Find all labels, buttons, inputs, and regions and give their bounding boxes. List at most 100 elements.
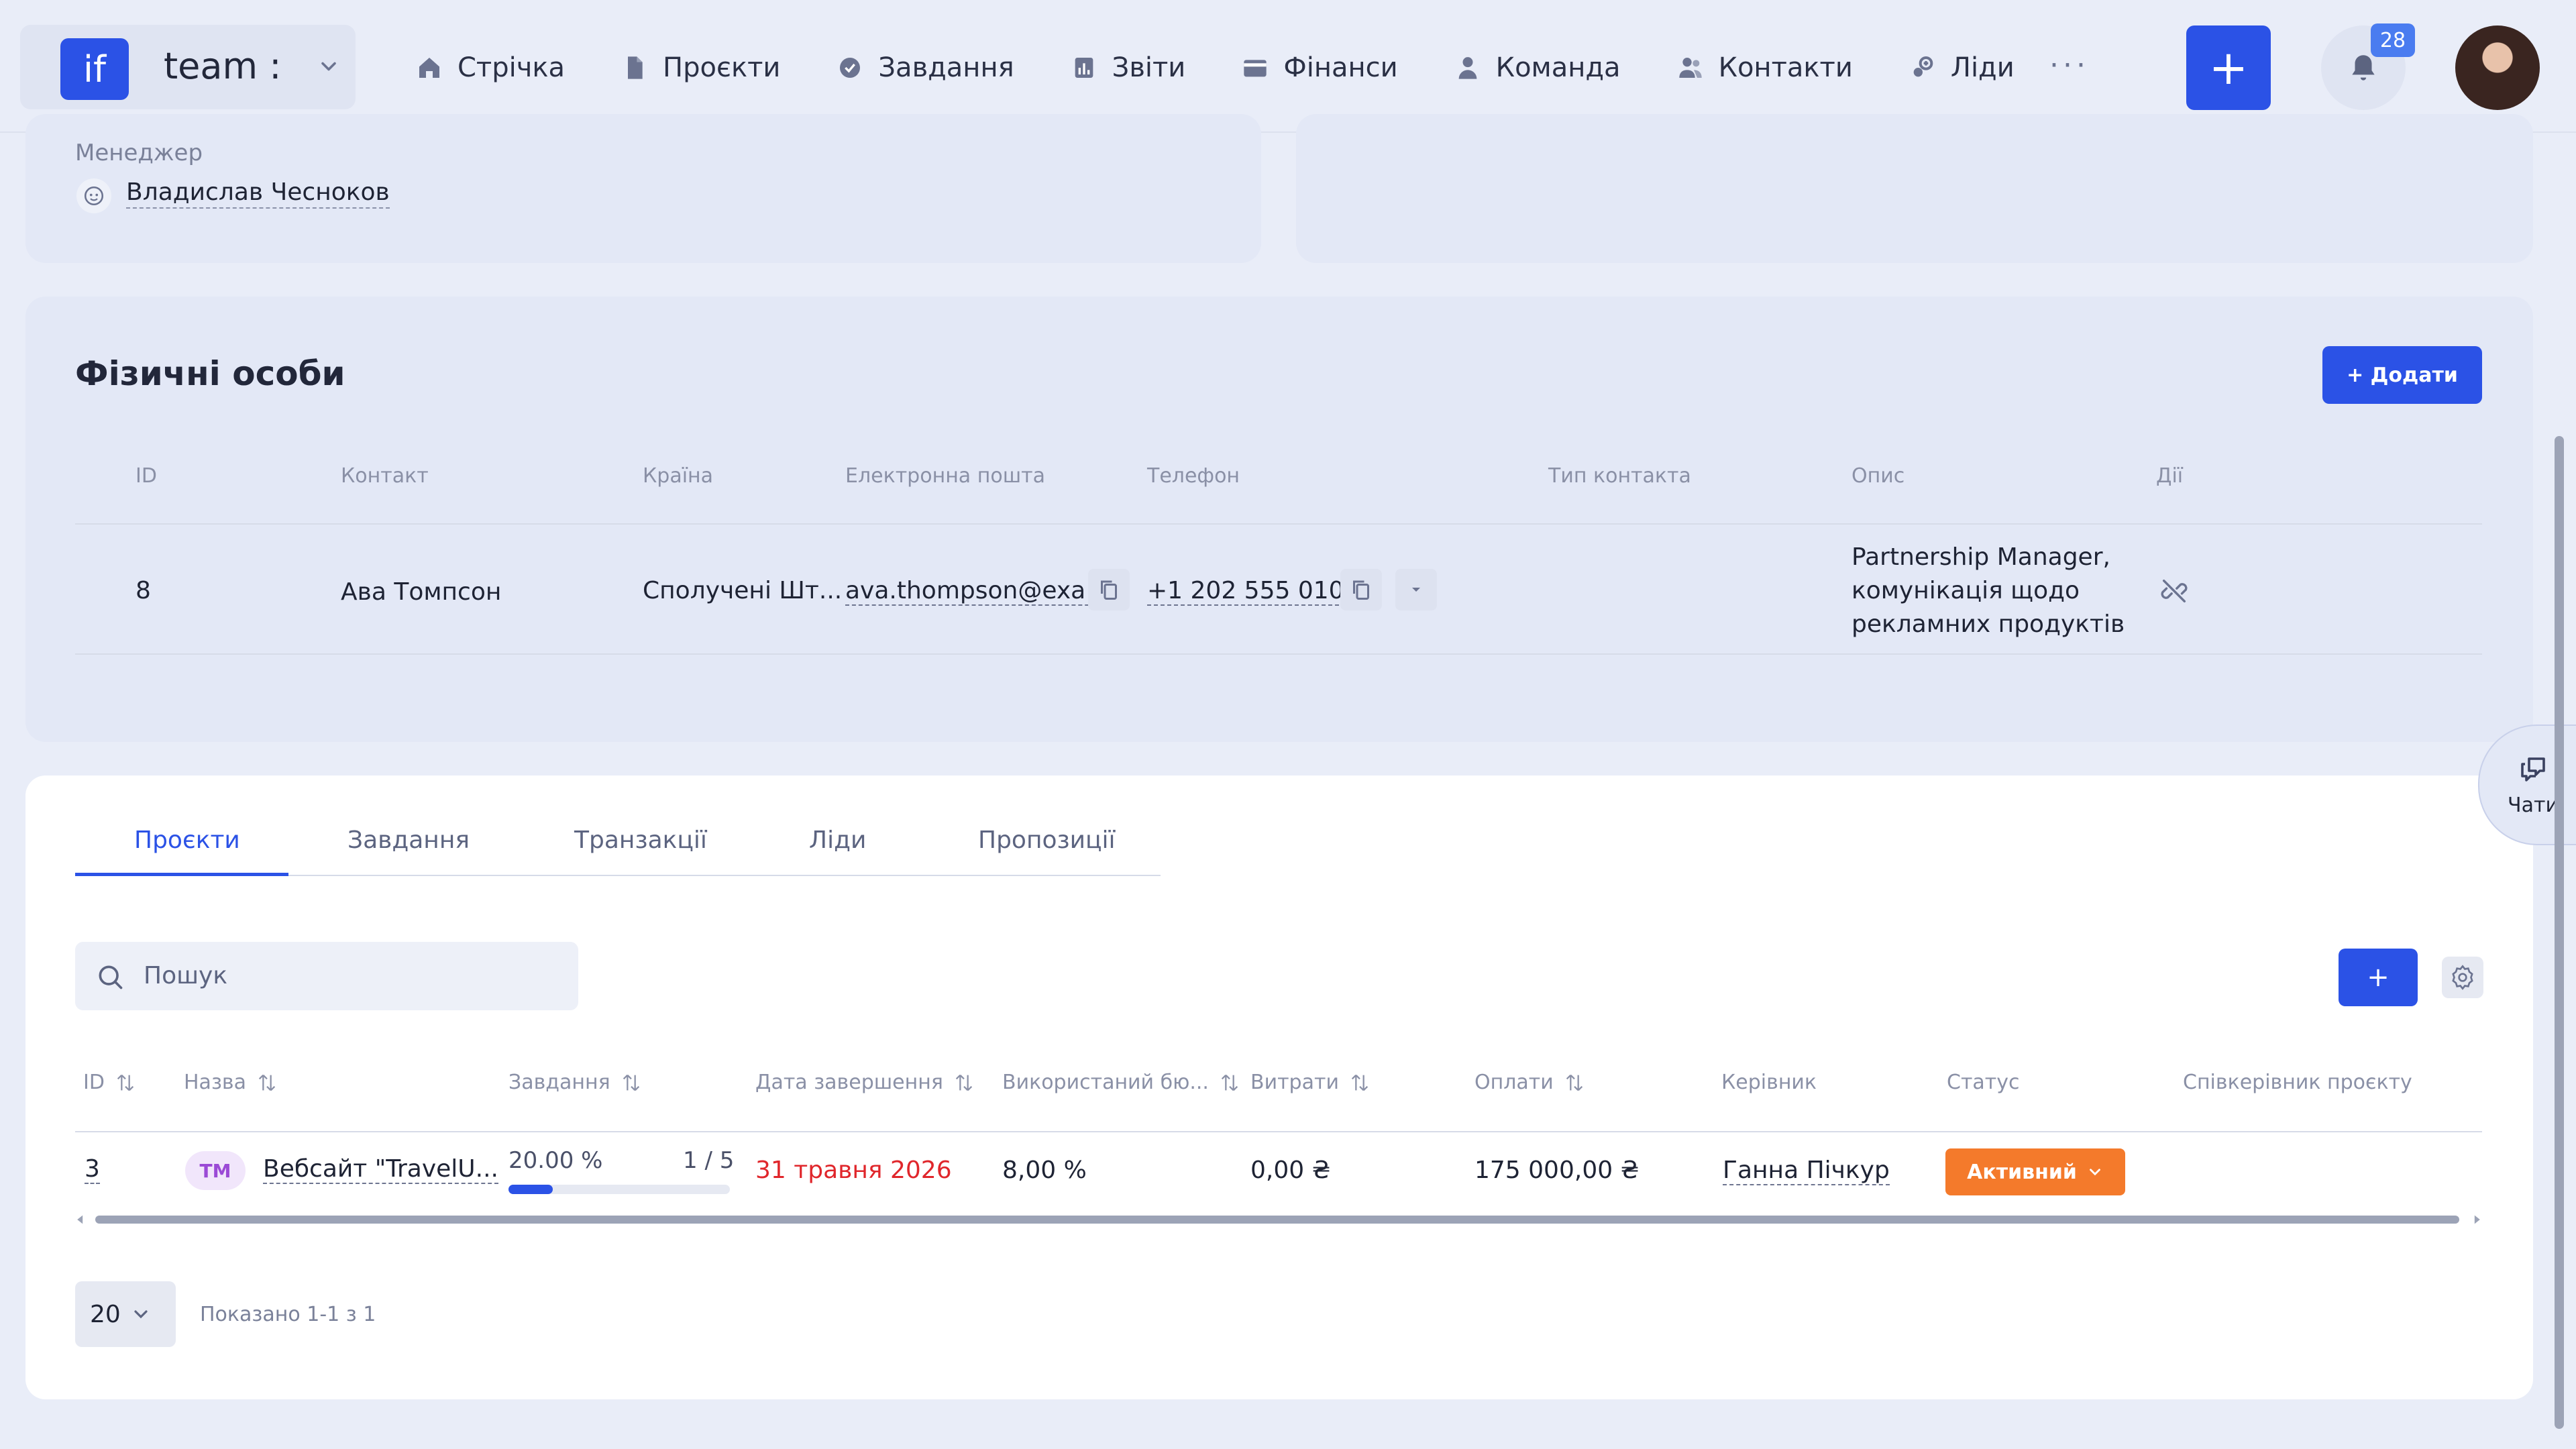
tab-projects[interactable]: Проєкти xyxy=(134,826,240,854)
column-header-description: Опис xyxy=(1851,464,1905,488)
sort-icon xyxy=(105,1071,137,1094)
column-header-phone: Телефон xyxy=(1147,464,1240,488)
status-label: Активний xyxy=(1967,1160,2077,1184)
info-card-right xyxy=(1296,114,2533,263)
workspace-name: team : xyxy=(164,45,282,87)
column-header-due-date[interactable]: Дата завершення xyxy=(755,1071,975,1094)
tasks-percent: 20.00 % xyxy=(508,1147,603,1174)
header-label: Оплати xyxy=(1474,1071,1554,1094)
header-label: ID xyxy=(83,1071,105,1094)
nav-item-leads[interactable]: Ліди xyxy=(1909,38,2036,98)
nav-label: Фінанси xyxy=(1283,52,1398,83)
sort-icon xyxy=(1339,1071,1371,1094)
notification-count-badge: 28 xyxy=(2371,23,2415,57)
individuals-card xyxy=(25,297,2533,742)
sort-icon xyxy=(1554,1071,1586,1094)
page-size-select[interactable]: 20 xyxy=(75,1281,176,1347)
description-line: комунікація щодо xyxy=(1851,577,2080,604)
horizontal-scrollbar[interactable] xyxy=(75,1213,2482,1226)
tab-transactions[interactable]: Транзакції xyxy=(574,826,707,854)
tab-leads[interactable]: Ліди xyxy=(809,826,866,854)
column-header-payments[interactable]: Оплати xyxy=(1474,1071,1586,1094)
add-individual-button[interactable]: + Додати xyxy=(2322,346,2482,404)
nav-item-reports[interactable]: Звіти xyxy=(1071,38,1208,98)
nav-label: Ліди xyxy=(1950,52,2015,83)
nav-label: Стрічка xyxy=(458,52,566,83)
expenses: 0,00 ₴ xyxy=(1250,1157,1331,1184)
sort-icon xyxy=(943,1071,975,1094)
contact-name[interactable]: Ава Томпсон xyxy=(341,578,501,606)
description-line: Partnership Manager, xyxy=(1851,543,2110,571)
individuals-title: Фізичні особи xyxy=(75,354,345,393)
manager-avatar-icon xyxy=(76,178,111,213)
copy-email-button[interactable] xyxy=(1088,569,1130,610)
column-header-budget-used[interactable]: Використаний бю... xyxy=(1002,1071,1241,1094)
divider xyxy=(75,523,2482,525)
nav-item-team[interactable]: Команда xyxy=(1454,38,1642,98)
project-manager-link[interactable]: Ганна Пічкур xyxy=(1723,1157,1890,1185)
sort-icon xyxy=(1209,1071,1241,1094)
scrollbar-thumb[interactable] xyxy=(95,1216,2459,1224)
workspace-switcher[interactable]: if team : xyxy=(20,25,356,109)
nav-label: Завдання xyxy=(878,52,1014,83)
project-id-link[interactable]: 3 xyxy=(85,1155,100,1184)
tab-proposals[interactable]: Пропозиції xyxy=(978,826,1116,854)
chats-label: Чати xyxy=(2508,793,2559,817)
project-name-link[interactable]: Вебсайт "TravelU... xyxy=(263,1155,498,1184)
vertical-scrollbar[interactable] xyxy=(2555,436,2564,1429)
project-search-input[interactable]: Пошук xyxy=(75,942,578,1010)
unlink-icon[interactable] xyxy=(2159,576,2190,606)
nav-item-feed[interactable]: Стрічка xyxy=(416,38,586,98)
search-icon xyxy=(95,962,125,991)
header-label: Співкерівник проєкту xyxy=(2183,1071,2412,1094)
column-header-id[interactable]: ID xyxy=(83,1071,137,1094)
column-header-tasks[interactable]: Завдання xyxy=(508,1071,643,1094)
contact-id: 8 xyxy=(136,577,151,604)
nav-item-finance[interactable]: Фінанси xyxy=(1242,38,1419,98)
contact-phone-link[interactable]: +1 202 555 0108 xyxy=(1147,577,1360,606)
scroll-left-icon[interactable] xyxy=(75,1214,86,1225)
phone-options-dropdown[interactable] xyxy=(1395,569,1437,610)
column-header-country: Країна xyxy=(643,464,714,488)
nav-item-projects[interactable]: Проєкти xyxy=(621,38,802,98)
user-avatar[interactable] xyxy=(2455,25,2540,110)
copy-phone-button[interactable] xyxy=(1340,569,1382,610)
chevron-down-icon xyxy=(317,54,341,78)
nav-label: Команда xyxy=(1495,52,1621,83)
column-header-actions: Дії xyxy=(2156,464,2184,488)
person-icon xyxy=(1454,54,1496,81)
nav-more-button[interactable]: ··· xyxy=(2049,48,2090,83)
divider xyxy=(75,653,2482,655)
nav-item-tasks[interactable]: Завдання xyxy=(837,38,1035,98)
add-project-button[interactable]: + xyxy=(2339,949,2418,1006)
create-button[interactable]: + xyxy=(2186,25,2271,110)
gear-icon xyxy=(2449,964,2476,991)
page-size-value: 20 xyxy=(90,1300,121,1328)
chart-icon xyxy=(1071,54,1112,81)
home-icon xyxy=(416,54,458,81)
column-header-expenses[interactable]: Витрати xyxy=(1250,1071,1371,1094)
header-label: Використаний бю... xyxy=(1002,1071,1209,1094)
search-placeholder: Пошук xyxy=(144,962,228,989)
column-header-contact: Контакт xyxy=(341,464,429,488)
table-settings-button[interactable] xyxy=(2442,957,2483,998)
check-circle-icon xyxy=(837,54,878,81)
nav-item-contacts[interactable]: Контакти xyxy=(1677,38,1874,98)
document-icon xyxy=(621,54,663,81)
column-header-name[interactable]: Назва xyxy=(184,1071,278,1094)
copy-icon xyxy=(1349,578,1373,602)
tasks-progress-fill xyxy=(508,1185,553,1194)
tab-tasks[interactable]: Завдання xyxy=(347,826,470,854)
scroll-right-icon[interactable] xyxy=(2471,1214,2482,1225)
header-label: Дата завершення xyxy=(755,1071,943,1094)
status-dropdown[interactable]: Активний xyxy=(1945,1148,2125,1195)
sort-icon xyxy=(610,1071,643,1094)
manager-label: Менеджер xyxy=(75,140,203,166)
nav-label: Звіти xyxy=(1112,52,1186,83)
active-tab-indicator xyxy=(75,873,288,876)
contact-email-link[interactable]: ava.thompson@exa... xyxy=(845,577,1109,606)
manager-name-link[interactable]: Владислав Чесноков xyxy=(126,178,390,209)
contact-description: Partnership Manager, комунікація щодо ре… xyxy=(1851,541,2125,641)
column-header-manager: Керівник xyxy=(1721,1071,1817,1094)
sort-icon xyxy=(246,1071,278,1094)
